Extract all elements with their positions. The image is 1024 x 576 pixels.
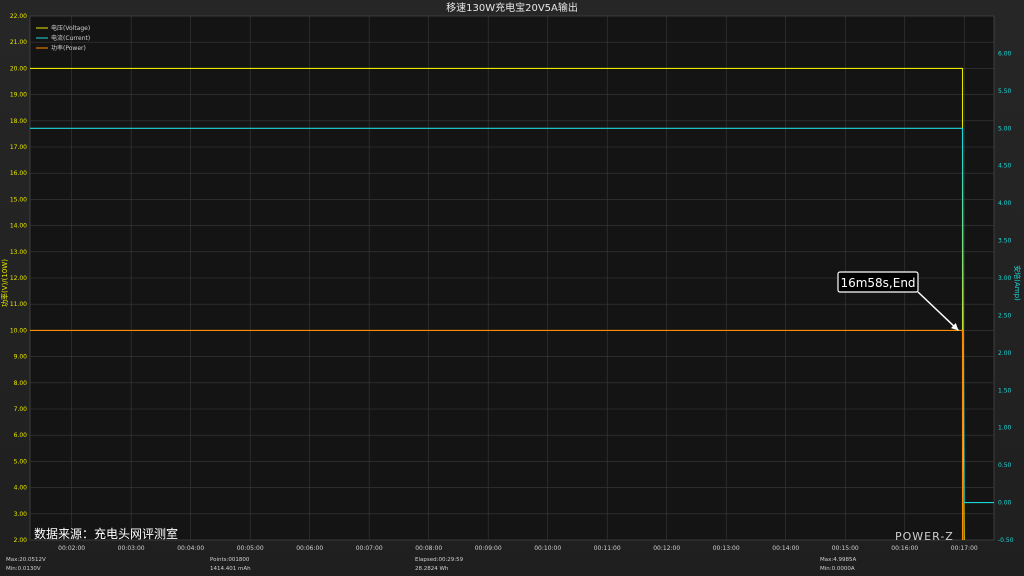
stats-footer: Max:20.0512V Min:0.0130V Points:001800 1… <box>6 557 856 572</box>
right-tick-label: 0.00 <box>998 500 1012 507</box>
left-tick-label: 8.00 <box>14 380 28 387</box>
x-tick-label: 00:09:00 <box>475 545 502 552</box>
left-tick-label: 3.00 <box>14 511 28 518</box>
x-tick-label: 00:14:00 <box>772 545 799 552</box>
right-tick-label: 5.00 <box>998 125 1012 132</box>
x-tick-label: 00:03:00 <box>118 545 145 552</box>
stat-capacity: 1414.401 mAh <box>210 566 251 572</box>
stat-points: Points:001800 <box>210 557 250 563</box>
right-tick-label: 2.00 <box>998 350 1012 357</box>
x-tick-label: 00:04:00 <box>177 545 204 552</box>
stat-current-min: Min:0.0000A <box>820 566 855 572</box>
left-tick-label: 12.00 <box>10 275 27 282</box>
x-axis-ticks: 00:02:00 00:03:00 00:04:00 00:05:00 00:06:00… <box>58 545 978 552</box>
left-tick-label: 16.00 <box>10 170 27 177</box>
left-tick-label: 21.00 <box>10 39 27 46</box>
right-tick-label: 0.50 <box>998 462 1012 469</box>
stat-voltage-max: Max:20.0512V <box>6 557 46 563</box>
left-tick-label: 17.00 <box>10 144 27 151</box>
left-axis-ticks: 2.00 3.00 4.00 5.00 6.00 7.00 8.00 9.00 10.00 11.… <box>10 13 27 544</box>
right-tick-label: 2.50 <box>998 312 1012 319</box>
legend-voltage: 电压(Voltage) <box>51 24 90 32</box>
brand-logo: POWER-Z <box>895 530 954 543</box>
right-tick-label: -0.50 <box>998 537 1014 544</box>
right-axis-ticks: -0.50 0.00 0.50 1.00 1.50 2.00 2.50 3.00 3.50 4.0… <box>998 50 1014 544</box>
left-tick-label: 6.00 <box>14 432 28 439</box>
x-tick-label: 00:13:00 <box>713 545 740 552</box>
x-tick-label: 00:10:00 <box>534 545 561 552</box>
left-tick-label: 19.00 <box>10 92 27 99</box>
left-tick-label: 20.00 <box>10 65 27 72</box>
left-tick-label: 11.00 <box>10 301 27 308</box>
x-tick-label: 00:17:00 <box>951 545 978 552</box>
left-axis-label: 功率(V)/(10W) <box>0 259 9 307</box>
right-tick-label: 1.50 <box>998 387 1012 394</box>
x-tick-label: 00:07:00 <box>356 545 383 552</box>
right-tick-label: 4.00 <box>998 200 1012 207</box>
legend-power: 功率(Power) <box>51 44 86 52</box>
left-tick-label: 10.00 <box>10 327 27 334</box>
legend-current: 电流(Current) <box>51 34 90 42</box>
x-tick-label: 00:15:00 <box>832 545 859 552</box>
right-tick-label: 3.00 <box>998 275 1012 282</box>
x-tick-label: 00:06:00 <box>296 545 323 552</box>
x-tick-label: 00:08:00 <box>415 545 442 552</box>
stat-current-max: Max:4.9985A <box>820 557 856 563</box>
right-tick-label: 6.00 <box>998 50 1012 57</box>
left-tick-label: 4.00 <box>14 485 28 492</box>
chart-title: 移速130W充电宝20V5A输出 <box>446 1 578 14</box>
stat-energy: 28.2824 Wh <box>415 566 449 572</box>
stat-voltage-min: Min:0.0130V <box>6 566 41 572</box>
left-tick-label: 13.00 <box>10 249 27 256</box>
left-tick-label: 9.00 <box>14 354 28 361</box>
left-tick-label: 2.00 <box>14 537 28 544</box>
stat-elapsed: Elapsed:00:29:59 <box>415 557 464 563</box>
legend: 电压(Voltage) 电流(Current) 功率(Power) <box>36 24 90 52</box>
x-tick-label: 00:12:00 <box>653 545 680 552</box>
left-tick-label: 5.00 <box>14 458 28 465</box>
right-tick-label: 5.50 <box>998 88 1012 95</box>
left-tick-label: 14.00 <box>10 223 27 230</box>
right-tick-label: 3.50 <box>998 238 1012 245</box>
right-tick-label: 1.00 <box>998 425 1012 432</box>
x-tick-label: 00:02:00 <box>58 545 85 552</box>
chart: 移速130W充电宝20V5A输出 2.00 3.00 4.00 5.00 6.00 7.0… <box>0 1 1022 572</box>
x-tick-label: 00:16:00 <box>891 545 918 552</box>
data-source-watermark: 数据来源：充电头网评测室 <box>34 526 178 541</box>
left-tick-label: 15.00 <box>10 196 27 203</box>
right-tick-label: 4.50 <box>998 163 1012 170</box>
right-axis-label: 安培(Amp) <box>1013 265 1022 301</box>
annotation-text: 16m58s,End <box>840 276 915 290</box>
left-tick-label: 18.00 <box>10 118 27 125</box>
left-tick-label: 7.00 <box>14 406 28 413</box>
x-tick-label: 00:05:00 <box>237 545 264 552</box>
x-tick-label: 00:11:00 <box>594 545 621 552</box>
left-tick-label: 22.00 <box>10 13 27 20</box>
